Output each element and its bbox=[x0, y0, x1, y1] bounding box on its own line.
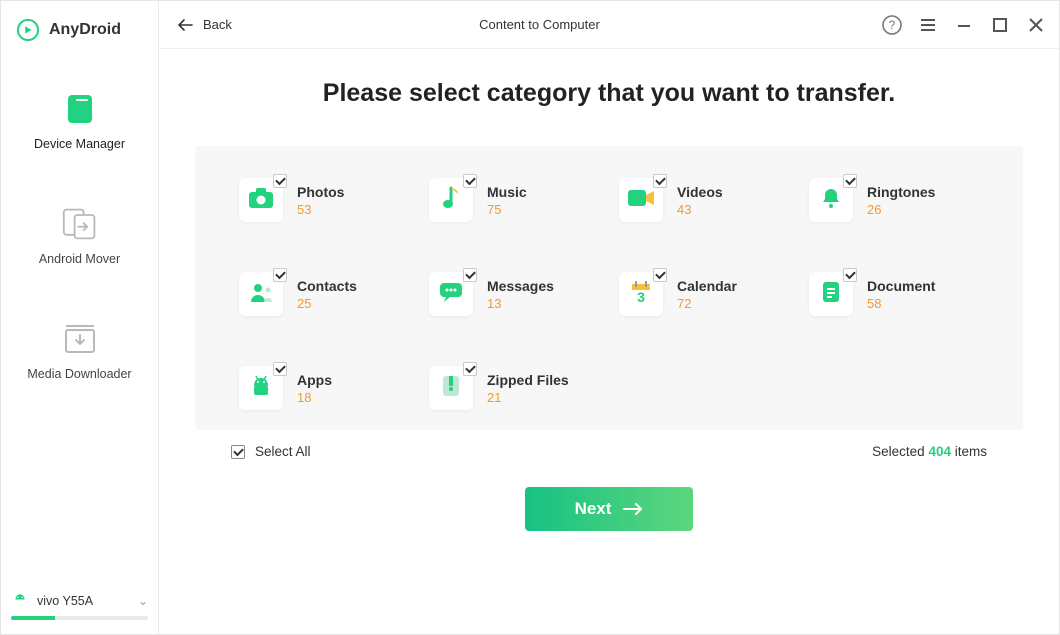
minimize-button[interactable] bbox=[953, 14, 975, 36]
videos-icon bbox=[627, 189, 655, 212]
sidebar-item-label: Device Manager bbox=[34, 137, 125, 151]
music-icon bbox=[440, 186, 462, 215]
checkbox-icon bbox=[231, 445, 245, 459]
maximize-button[interactable] bbox=[989, 14, 1011, 36]
checkbox-icon bbox=[463, 362, 477, 376]
device-storage-bar bbox=[11, 616, 148, 620]
chevron-down-icon: ⌄ bbox=[138, 594, 148, 608]
category-label: Document bbox=[867, 278, 935, 294]
photos-icon bbox=[248, 187, 274, 214]
selected-count: Selected 404 items bbox=[872, 444, 987, 459]
category-count: 26 bbox=[867, 202, 935, 217]
category-label: Music bbox=[487, 184, 527, 200]
category-videos[interactable]: Videos 43 bbox=[619, 178, 789, 222]
checkbox-icon bbox=[463, 174, 477, 188]
category-music[interactable]: Music 75 bbox=[429, 178, 599, 222]
media-downloader-icon bbox=[62, 321, 98, 357]
category-photos[interactable]: Photos 53 bbox=[239, 178, 409, 222]
apps-icon bbox=[249, 375, 273, 402]
select-all-label: Select All bbox=[255, 444, 311, 459]
sidebar-item-label: Android Mover bbox=[39, 252, 120, 266]
ringtones-icon bbox=[820, 186, 842, 215]
checkbox-icon bbox=[653, 268, 667, 282]
category-label: Zipped Files bbox=[487, 372, 569, 388]
category-grid: Photos53 Music75 Videos43 Ringtones26 Co bbox=[239, 178, 979, 410]
category-apps[interactable]: Apps 18 bbox=[239, 366, 409, 410]
zip-icon bbox=[440, 373, 462, 404]
checkbox-icon bbox=[843, 174, 857, 188]
device-selector[interactable]: vivo Y55A ⌄ bbox=[1, 587, 158, 626]
category-count: 18 bbox=[297, 390, 332, 405]
next-button[interactable]: Next bbox=[525, 487, 694, 531]
page-title: Content to Computer bbox=[238, 17, 881, 32]
help-button[interactable]: ? bbox=[881, 14, 903, 36]
checkbox-icon bbox=[273, 362, 287, 376]
category-count: 75 bbox=[487, 202, 527, 217]
android-mover-icon bbox=[62, 206, 98, 242]
sidebar-item-device-manager[interactable]: Device Manager bbox=[1, 91, 158, 151]
category-label: Contacts bbox=[297, 278, 357, 294]
content: Please select category that you want to … bbox=[159, 49, 1059, 634]
back-button[interactable]: Back bbox=[171, 13, 238, 36]
footer-row: Select All Selected 404 items bbox=[195, 430, 1023, 459]
category-count: 53 bbox=[297, 202, 344, 217]
brand-logo-icon bbox=[17, 19, 39, 41]
heading: Please select category that you want to … bbox=[195, 79, 1023, 108]
menu-button[interactable] bbox=[917, 14, 939, 36]
category-card: Photos53 Music75 Videos43 Ringtones26 Co bbox=[195, 146, 1023, 430]
category-label: Messages bbox=[487, 278, 554, 294]
category-label: Calendar bbox=[677, 278, 737, 294]
category-ringtones[interactable]: Ringtones 26 bbox=[809, 178, 979, 222]
contacts-icon bbox=[248, 281, 274, 308]
next-button-label: Next bbox=[575, 499, 612, 519]
topbar: Back Content to Computer ? bbox=[159, 1, 1059, 49]
device-manager-icon bbox=[62, 91, 98, 127]
back-arrow-icon bbox=[177, 18, 193, 32]
category-label: Ringtones bbox=[867, 184, 935, 200]
category-label: Photos bbox=[297, 184, 344, 200]
android-icon bbox=[11, 592, 29, 610]
category-count: 21 bbox=[487, 390, 569, 405]
calendar-icon: 3 bbox=[628, 280, 654, 309]
brand-name: AnyDroid bbox=[49, 21, 121, 39]
svg-text:3: 3 bbox=[637, 289, 645, 304]
brand: AnyDroid bbox=[1, 1, 158, 51]
checkbox-icon bbox=[653, 174, 667, 188]
category-contacts[interactable]: Contacts 25 bbox=[239, 272, 409, 316]
sidebar-item-android-mover[interactable]: Android Mover bbox=[1, 206, 158, 266]
category-count: 13 bbox=[487, 296, 554, 311]
messages-icon bbox=[438, 281, 464, 308]
document-icon bbox=[820, 280, 842, 309]
select-all-checkbox[interactable]: Select All bbox=[231, 444, 311, 459]
category-count: 58 bbox=[867, 296, 935, 311]
category-calendar[interactable]: 3 Calendar 72 bbox=[619, 272, 789, 316]
checkbox-icon bbox=[273, 174, 287, 188]
checkbox-icon bbox=[843, 268, 857, 282]
category-label: Videos bbox=[677, 184, 723, 200]
category-zipped-files[interactable]: Zipped Files 21 bbox=[429, 366, 599, 410]
svg-text:?: ? bbox=[889, 18, 896, 32]
sidebar-item-label: Media Downloader bbox=[27, 367, 131, 381]
window-tools: ? bbox=[881, 14, 1047, 36]
category-document[interactable]: Document 58 bbox=[809, 272, 979, 316]
checkbox-icon bbox=[273, 268, 287, 282]
category-count: 43 bbox=[677, 202, 723, 217]
sidebar: AnyDroid Device Manager Android Mover Me… bbox=[1, 1, 159, 634]
sidebar-nav: Device Manager Android Mover Media Downl… bbox=[1, 91, 158, 381]
category-count: 72 bbox=[677, 296, 737, 311]
checkbox-icon bbox=[463, 268, 477, 282]
close-button[interactable] bbox=[1025, 14, 1047, 36]
arrow-right-icon bbox=[623, 502, 643, 516]
back-label: Back bbox=[203, 17, 232, 32]
device-name: vivo Y55A bbox=[37, 594, 130, 608]
sidebar-item-media-downloader[interactable]: Media Downloader bbox=[1, 321, 158, 381]
main: Back Content to Computer ? Please select… bbox=[159, 1, 1059, 634]
category-messages[interactable]: Messages 13 bbox=[429, 272, 599, 316]
category-count: 25 bbox=[297, 296, 357, 311]
category-label: Apps bbox=[297, 372, 332, 388]
